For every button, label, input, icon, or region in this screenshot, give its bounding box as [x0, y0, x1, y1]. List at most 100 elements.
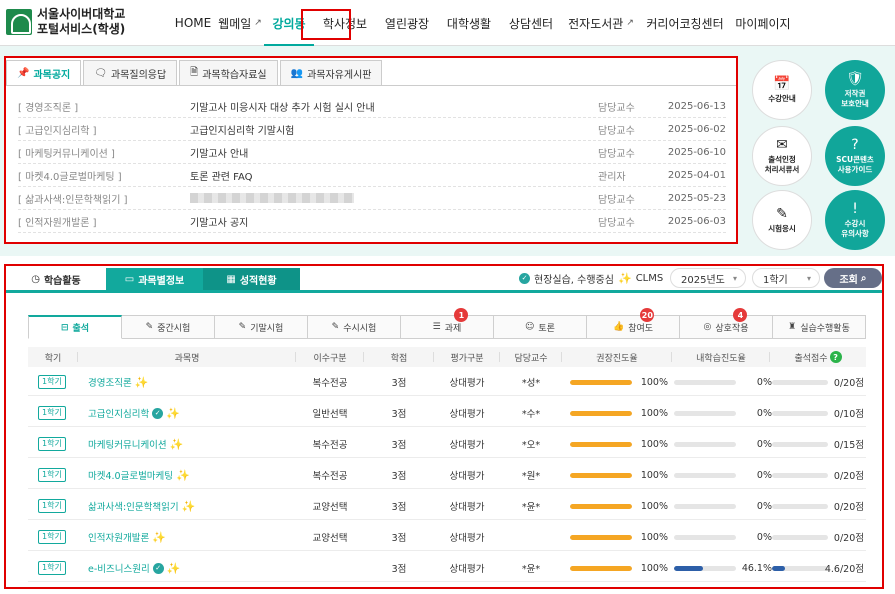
- year-select[interactable]: 2025년도 ▾: [670, 268, 746, 288]
- subtab-0[interactable]: ⊟ 출석: [28, 315, 122, 339]
- recommended-progress-value: 100%: [640, 469, 668, 481]
- quick-link-5[interactable]: ! 수강시 유의사항: [825, 190, 885, 250]
- cell-type: 일반선택: [312, 409, 348, 420]
- course-name-link[interactable]: e-비즈니스원리: [88, 561, 150, 575]
- notice-tab-2[interactable]: 🗎 과목학습자료실: [179, 60, 278, 86]
- notice-title[interactable]: 기말고사 공지: [190, 214, 598, 229]
- semester-badge: 1학기: [38, 530, 66, 544]
- notice-row[interactable]: [ 인적자원개발론 ] 기말고사 공지 담당교수 2025-06-03: [18, 211, 726, 233]
- nav-item-5[interactable]: 대학생활: [438, 0, 500, 46]
- verified-icon: ✓: [152, 407, 164, 419]
- course-name-cell[interactable]: 마케팅커뮤니케이션 ✨: [88, 430, 183, 458]
- chevron-down-icon: ▾: [732, 273, 737, 283]
- subtab-8[interactable]: ♜ 실습수행활동: [773, 315, 866, 339]
- help-icon[interactable]: ?: [829, 351, 842, 363]
- quick-link-2[interactable]: ✉ 출석인정 처리서류서: [752, 126, 812, 186]
- notice-row[interactable]: [ 마켓4.0글로벌마케팅 ] 토론 관련 FAQ 관리자 2025-04-01: [18, 165, 726, 187]
- chevron-down-icon: ▾: [806, 273, 811, 283]
- subtab-4[interactable]: ☰ 과제 1: [401, 308, 494, 339]
- search-button[interactable]: 조회 ⌕: [824, 268, 882, 288]
- nav-item-7[interactable]: 전자도서관 ↗: [562, 0, 640, 46]
- subtab-label: 상호작용: [715, 323, 749, 334]
- notice-row[interactable]: [ 경영조직론 ] 기말고사 미응시자 대상 추가 시험 실시 안내 담당교수 202…: [18, 96, 726, 118]
- notice-author-role: 담당교수: [598, 218, 635, 229]
- nav-item-9[interactable]: 마이페이지: [730, 0, 796, 46]
- notice-title[interactable]: 기말고사 안내: [190, 145, 598, 160]
- subtab-6[interactable]: 👍 참여도 20: [587, 308, 680, 339]
- course-name-link[interactable]: 마켓4.0글로벌마케팅: [88, 468, 173, 482]
- course-name-cell[interactable]: 삶과사색:인문학책읽기 ✨: [88, 492, 195, 520]
- subtab-7[interactable]: ◎ 상호작용 4: [680, 308, 773, 339]
- filter-field-practice[interactable]: ✓ 현장실습, 수행중심: [516, 268, 614, 288]
- column-header: 학기: [28, 347, 78, 367]
- term-select[interactable]: 1학기 ▾: [752, 268, 820, 288]
- notice-title[interactable]: 토론 관련 FAQ: [190, 168, 598, 183]
- course-name-link[interactable]: 인적자원개발론: [88, 530, 149, 544]
- notice-course: [ 인적자원개발론 ]: [18, 218, 97, 229]
- nav-item-label: 상담센터: [508, 16, 554, 31]
- subtab-5[interactable]: ☺ 토론: [494, 315, 587, 339]
- main-nav: HOME 웹메일 ↗ 강의동 학사정보 열린광장 대학생활 상담센터 전자도서관 ↗ 커리어코칭센터…: [170, 0, 796, 46]
- study-tab-0[interactable]: ◷ 학습활동: [6, 268, 106, 290]
- quick-link-1[interactable]: 🛡 저작권 보호안내: [825, 60, 885, 120]
- notice-tab-3[interactable]: 👥 과목자유게시판: [279, 60, 383, 86]
- notice-title[interactable]: [190, 193, 598, 204]
- course-name-link[interactable]: 마케팅커뮤니케이션: [88, 437, 167, 451]
- quick-link-0[interactable]: 📅 수강안내: [752, 60, 812, 120]
- recommended-progress-bar: [570, 380, 632, 385]
- semester-badge: 1학기: [38, 499, 66, 513]
- course-name-cell[interactable]: 경영조직론 ✨: [88, 368, 148, 396]
- my-progress-bar: [674, 411, 736, 416]
- external-link-icon: ↗: [254, 18, 262, 28]
- nav-item-2[interactable]: 강의동: [264, 0, 314, 46]
- column-header: 평가구분: [434, 347, 500, 367]
- course-name-cell[interactable]: 인적자원개발론 ✨: [88, 523, 166, 551]
- recommended-progress-value: 100%: [640, 500, 668, 512]
- my-progress-value: 0%: [756, 469, 772, 481]
- cell-prof: *윤*: [521, 564, 541, 575]
- cell-type: 교양선택: [312, 533, 348, 544]
- nav-item-8[interactable]: 커리어코칭센터: [640, 0, 730, 46]
- recommended-progress-value: 100%: [640, 407, 668, 419]
- notice-tab-0[interactable]: 📌 과목공지: [6, 60, 82, 86]
- my-progress-fill: [674, 566, 703, 571]
- study-tab-1[interactable]: ▭ 과목별정보: [106, 268, 203, 290]
- nav-item-label: 대학생활: [446, 16, 492, 31]
- column-header-label: 학점: [390, 353, 408, 364]
- subtab-2[interactable]: ✎ 기말시험: [215, 315, 308, 339]
- nav-item-4[interactable]: 열린광장: [376, 0, 438, 46]
- filter-label: 현장실습, 수행중심: [534, 274, 614, 286]
- score-subtabs: ⊟ 출석 ✎ 중간시험 ✎ 기말시험 ✎ 수시시험 ☰ 과제 1 ☺ 토론 👍 참여도 20 ◎ 상호작용 4 ♜ 실습…: [28, 308, 866, 339]
- notice-row[interactable]: [ 고급인지심리학 ] 고급인지심리학 기말시험 담당교수 2025-06-02: [18, 119, 726, 141]
- study-tab-2[interactable]: ▦ 성적현황: [203, 268, 300, 290]
- subtab-1[interactable]: ✎ 중간시험: [122, 315, 215, 339]
- course-name-cell[interactable]: 마켓4.0글로벌마케팅 ✨: [88, 461, 190, 489]
- cell-eval: 상대평가: [449, 471, 485, 482]
- my-progress-value: 0%: [756, 438, 772, 450]
- course-name-cell[interactable]: e-비즈니스원리 ✓ ✨: [88, 554, 180, 582]
- recommended-progress-value: 100%: [640, 531, 668, 543]
- quick-link-4[interactable]: ✎ 시험응시: [752, 190, 812, 250]
- my-progress-bar: [674, 535, 736, 540]
- course-name-cell[interactable]: 고급인지심리학 ✓ ✨: [88, 399, 180, 427]
- table-row: 1학기 경영조직론 ✨ 복수전공 3점 상대평가 *성* 100% 0% 0/20점: [28, 368, 866, 396]
- quick-link-3[interactable]: ? SCU콘텐츠 사용가이드: [825, 126, 885, 186]
- notice-row[interactable]: [ 마케팅커뮤니케이션 ] 기말고사 안내 담당교수 2025-06-10: [18, 142, 726, 164]
- subtab-3[interactable]: ✎ 수시시험: [308, 315, 401, 339]
- course-name-link[interactable]: 경영조직론: [88, 375, 132, 389]
- notice-title[interactable]: 기말고사 미응시자 대상 추가 시험 실시 안내: [190, 99, 598, 114]
- course-name-link[interactable]: 삶과사색:인문학책읽기: [88, 499, 179, 513]
- people-icon: 👥: [290, 67, 304, 79]
- nav-item-3[interactable]: 학사정보: [314, 0, 376, 46]
- notice-tab-1[interactable]: 🗨 과목질의응답: [83, 60, 178, 86]
- nav-item-0[interactable]: HOME: [170, 0, 216, 46]
- notice-row[interactable]: [ 삶과사색:인문학책읽기 ] 담당교수 2025-05-23: [18, 188, 726, 210]
- nav-item-1[interactable]: 웹메일 ↗: [216, 0, 264, 46]
- course-name-link[interactable]: 고급인지심리학: [88, 406, 149, 420]
- clms-link[interactable]: ✨ CLMS: [618, 268, 663, 288]
- cell-type: 복수전공: [312, 440, 348, 451]
- nav-item-6[interactable]: 상담센터: [500, 0, 562, 46]
- notice-title[interactable]: 고급인지심리학 기말시험: [190, 122, 598, 137]
- cell-eval: 상대평가: [449, 440, 485, 451]
- site-logo[interactable]: 서울사이버대학교 포털서비스(학생): [6, 7, 125, 37]
